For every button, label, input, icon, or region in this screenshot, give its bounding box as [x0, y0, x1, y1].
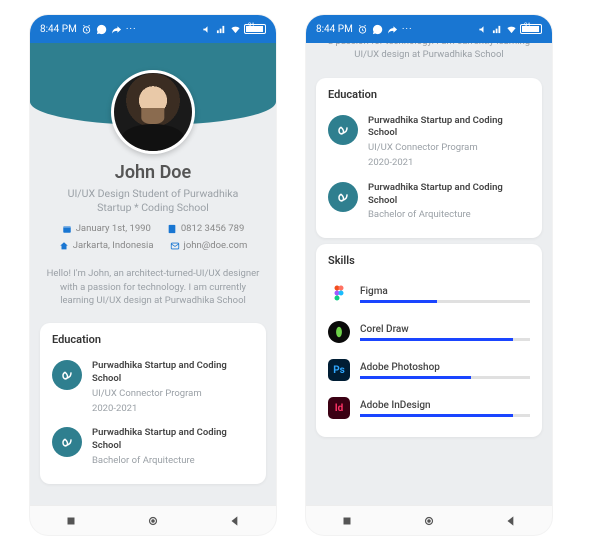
- skill-bar: [360, 300, 530, 303]
- education-period: 2020-2021: [368, 157, 530, 170]
- coreldraw-icon: [328, 321, 350, 343]
- education-program: Bachelor of Arquitecture: [368, 209, 530, 222]
- wifi-icon: [230, 24, 241, 35]
- system-nav: [306, 505, 552, 535]
- status-more: ···: [126, 24, 137, 35]
- education-item[interactable]: Purwadhika Startup and Coding School UI/…: [328, 109, 530, 176]
- alarm-icon: [357, 24, 368, 35]
- education-period: 2020-2021: [92, 403, 254, 416]
- info-birthdate: January 1st, 1990: [62, 223, 151, 234]
- nav-back[interactable]: [228, 514, 242, 528]
- nav-home[interactable]: [146, 514, 160, 528]
- education-program: UI/UX Connector Program: [368, 142, 530, 155]
- signal-icon: [216, 24, 227, 35]
- skill-bar: [360, 414, 530, 417]
- skill-item: Ps Adobe Photoshop: [328, 351, 530, 389]
- nav-back[interactable]: [504, 514, 518, 528]
- education-school: Purwadhika Startup and Coding School: [368, 115, 530, 141]
- education-item[interactable]: Purwadhika Startup and Coding School Bac…: [328, 176, 530, 228]
- education-icon: [328, 115, 358, 145]
- skill-bar: [360, 376, 530, 379]
- education-item[interactable]: Purwadhika Startup and Coding School UI/…: [52, 354, 254, 421]
- status-bar: 8:44 PM ··· 91: [30, 15, 276, 43]
- education-icon: [52, 427, 82, 457]
- system-nav: [30, 505, 276, 535]
- photoshop-icon: Ps: [328, 359, 350, 381]
- share-icon: [387, 24, 398, 35]
- status-bar: 8:44 PM ··· 91: [306, 15, 552, 43]
- voice-icon: [478, 24, 489, 35]
- phone-screen-top: 8:44 PM ··· 91 John Doe UI/UX Design Stu…: [30, 15, 276, 535]
- education-card: Education Purwadhika Startup and Coding …: [316, 78, 542, 239]
- education-title: Education: [328, 88, 530, 101]
- skill-item: Id Adobe InDesign: [328, 389, 530, 427]
- skill-bar: [360, 338, 530, 341]
- phone-icon: [167, 224, 177, 234]
- phone-screen-scrolled: 8:44 PM ··· 91 a passion for technology.…: [306, 15, 552, 535]
- avatar[interactable]: [111, 70, 195, 154]
- status-time: 8:44 PM: [316, 24, 353, 35]
- education-school: Purwadhika Startup and Coding School: [368, 182, 530, 208]
- nav-home[interactable]: [422, 514, 436, 528]
- info-phone: 0812 3456 789: [167, 223, 244, 234]
- status-more: ···: [402, 24, 413, 35]
- skills-card: Skills Figma Corel Draw: [316, 244, 542, 437]
- skills-title: Skills: [328, 254, 530, 267]
- calendar-icon: [62, 224, 72, 234]
- status-time: 8:44 PM: [40, 24, 77, 35]
- profile-info: January 1st, 1990 0812 3456 789 Jarkarta…: [30, 223, 276, 261]
- whatsapp-icon: [372, 24, 383, 35]
- skill-name: Figma: [360, 286, 530, 297]
- education-school: Purwadhika Startup and Coding School: [92, 360, 254, 386]
- education-icon: [328, 182, 358, 212]
- indesign-icon: Id: [328, 397, 350, 419]
- info-email: john@doe.com: [170, 240, 248, 251]
- education-item[interactable]: Purwadhika Startup and Coding School Bac…: [52, 421, 254, 473]
- nav-recents[interactable]: [64, 514, 78, 528]
- mail-icon: [170, 241, 180, 251]
- skill-name: Corel Draw: [360, 324, 530, 335]
- nav-recents[interactable]: [340, 514, 354, 528]
- education-program: UI/UX Connector Program: [92, 388, 254, 401]
- education-program: Bachelor of Arquitecture: [92, 455, 254, 468]
- education-card: Education Purwadhika Startup and Coding …: [40, 323, 266, 484]
- battery-icon: 91: [244, 24, 266, 34]
- scroll-area[interactable]: John Doe UI/UX Design Student of Purwadh…: [30, 43, 276, 505]
- skill-item: Figma: [328, 275, 530, 313]
- share-icon: [111, 24, 122, 35]
- alarm-icon: [81, 24, 92, 35]
- voice-icon: [202, 24, 213, 35]
- profile-bio: Hello! I'm John, an architect-turned-UI/…: [30, 261, 276, 317]
- home-icon: [59, 241, 69, 251]
- education-title: Education: [52, 333, 254, 346]
- profile-subtitle: UI/UX Design Student of Purwadhika Start…: [30, 183, 276, 223]
- profile-name: John Doe: [30, 162, 276, 183]
- wifi-icon: [506, 24, 517, 35]
- skill-name: Adobe InDesign: [360, 400, 530, 411]
- signal-icon: [492, 24, 503, 35]
- info-location: Jarkarta, Indonesia: [59, 240, 154, 251]
- skill-item: Corel Draw: [328, 313, 530, 351]
- skill-name: Adobe Photoshop: [360, 362, 530, 373]
- figma-icon: [328, 283, 350, 305]
- profile-bio-partial: a passion for technology. I am currently…: [306, 43, 552, 72]
- whatsapp-icon: [96, 24, 107, 35]
- scroll-area[interactable]: a passion for technology. I am currently…: [306, 43, 552, 443]
- education-icon: [52, 360, 82, 390]
- education-school: Purwadhika Startup and Coding School: [92, 427, 254, 453]
- battery-icon: 91: [520, 24, 542, 34]
